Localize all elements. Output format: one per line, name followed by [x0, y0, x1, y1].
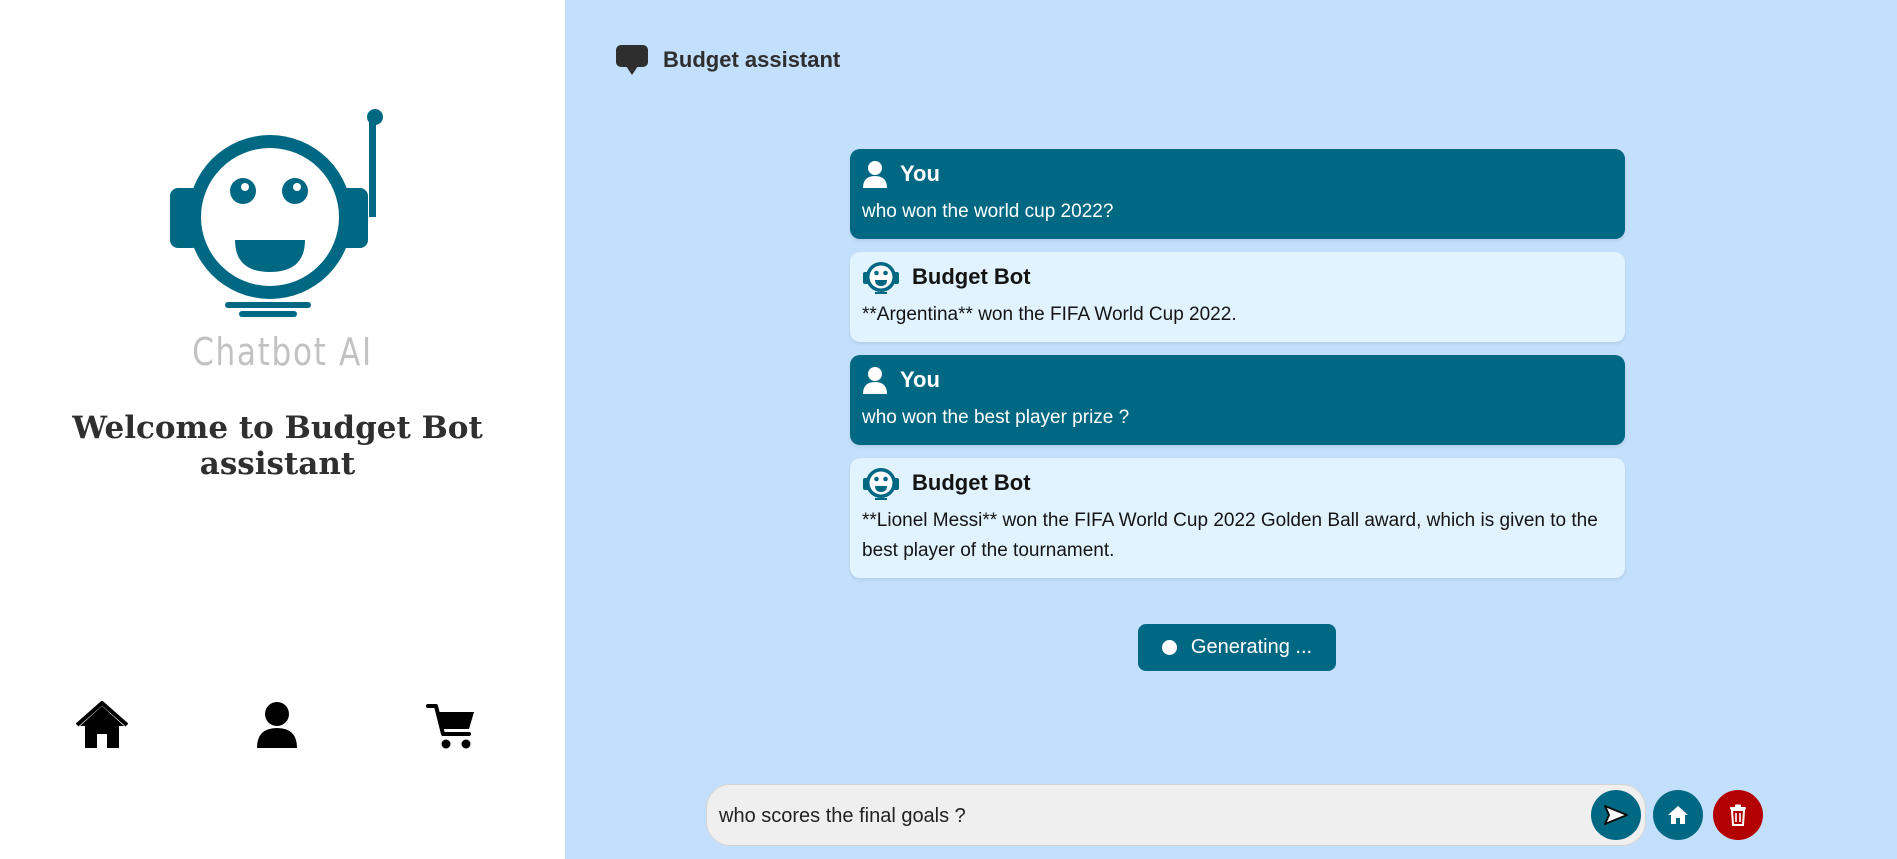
message-bot: Budget Bot **Argentina** won the FIFA Wo… [850, 252, 1625, 342]
message-author: Budget Bot [912, 264, 1031, 289]
message-author: You [900, 367, 940, 392]
chat-bubble-icon [616, 45, 648, 75]
home-icon[interactable] [76, 700, 128, 752]
loading-dot-icon [1161, 640, 1177, 655]
message-text: **Argentina** won the FIFA World Cup 202… [862, 304, 1237, 325]
sidebar: Chatbot AI Welcome to Budget Bot assista… [0, 0, 565, 859]
send-icon [1604, 805, 1628, 825]
message-bot: Budget Bot **Lionel Messi** won the FIFA… [850, 458, 1625, 578]
chat-header: Budget assistant [615, 44, 840, 76]
chatbot-logo-icon [170, 109, 383, 317]
user-avatar-icon [863, 367, 887, 394]
message-input[interactable] [719, 797, 1499, 835]
message-user: You who won the world cup 2022? [850, 149, 1625, 239]
generating-label: Generating ... [1190, 636, 1313, 658]
message-text: who won the best player prize ? [862, 407, 1130, 428]
message-author: Budget Bot [912, 470, 1031, 495]
bot-avatar-icon [863, 262, 899, 294]
message-text: who won the world cup 2022? [862, 201, 1114, 222]
logo-text: Chatbot AI [192, 330, 373, 374]
user-avatar-icon [863, 161, 887, 188]
delete-button[interactable] [1713, 790, 1763, 840]
message-list: You who won the world cup 2022? Budget B… [850, 149, 1625, 591]
send-button[interactable] [1591, 790, 1641, 840]
welcome-title: Welcome to Budget Bot assistant [72, 410, 483, 482]
chat-title: Budget assistant [663, 47, 841, 72]
generating-status: Generating ... [1138, 624, 1336, 671]
home-button[interactable] [1653, 790, 1703, 840]
bot-avatar-icon [863, 468, 899, 500]
message-author: You [900, 161, 940, 186]
message-text: **Lionel Messi** won the FIFA World Cup … [862, 510, 1598, 561]
user-icon[interactable] [251, 700, 303, 752]
message-composer [706, 784, 1646, 846]
home-icon [1668, 806, 1688, 824]
cart-icon[interactable] [426, 700, 478, 752]
message-user: You who won the best player prize ? [850, 355, 1625, 445]
trash-icon [1730, 804, 1746, 826]
